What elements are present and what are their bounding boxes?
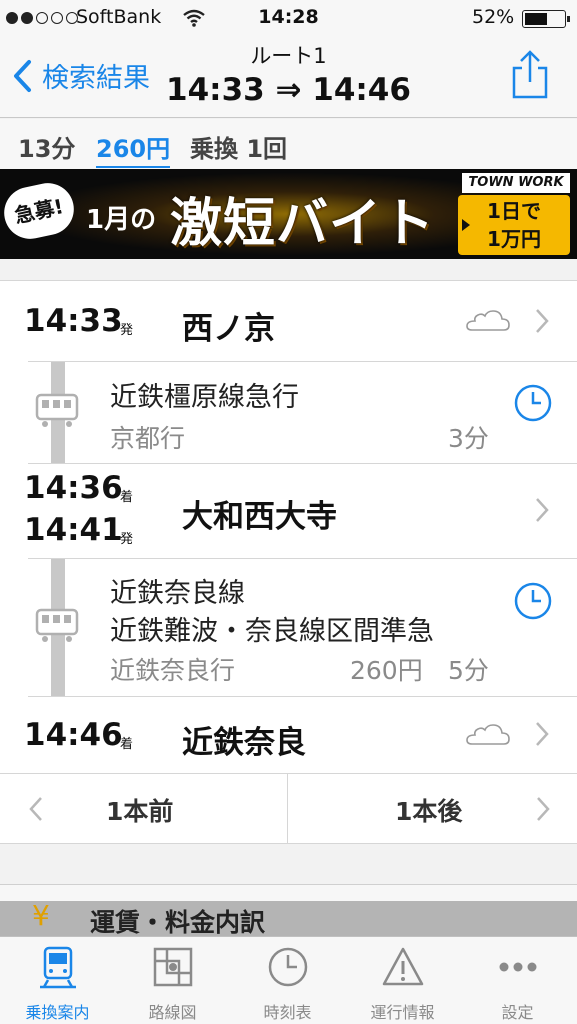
train-pager: 1本前 1本後 [0,774,577,844]
departure-time: 14:33 [24,303,123,339]
ride-duration: 5分 [448,656,489,685]
ad-tag: 1日で 1万円 [458,195,570,255]
tab-settings[interactable]: 設定 [460,937,575,1024]
warning-icon [382,947,424,986]
train-icon [35,393,79,427]
next-train-label: 1本後 [395,797,463,826]
departure-mark: 発 [120,532,134,547]
tab-bar: 乗換案内 路線図 時刻表 運行情報 設定 [0,936,577,1024]
page-title: ルート1 [250,44,327,68]
arrival-mark: 着 [120,737,134,752]
station-row[interactable]: 14:36 着 14:41 発 大和西大寺 [0,464,577,558]
ad-month: 1月の [86,205,157,235]
transfer-count: 乗換 1回 [190,135,288,163]
tab-service-info[interactable]: 運行情報 [345,937,460,1024]
next-train-button[interactable]: 1本後 [289,774,577,844]
arrival-time: 14:36 [24,470,123,506]
arrival-mark: 着 [120,490,134,505]
service-name: 近鉄難波・奈良線区間準急 [110,616,434,647]
tab-label: 時刻表 [263,1003,312,1022]
timetable-clock-icon[interactable] [513,383,553,423]
total-duration: 13分 [18,135,76,163]
route-detail-list: 14:33 発 西ノ京 近鉄橿原線急行 京都行 3分 14:36 着 14:41… [0,280,577,774]
station-name: 大和西大寺 [182,499,337,535]
station-name: 西ノ京 [182,311,275,347]
route-summary: 13分 260円 乗換 1回 [0,119,577,169]
share-icon[interactable] [508,50,552,100]
departure-time: 14:41 [24,512,123,548]
train-icon [35,608,79,642]
ad-headline: 激短バイト [170,194,436,254]
chevron-right-icon [536,498,549,522]
tab-label: 運行情報 [370,1003,435,1022]
chevron-right-icon [537,797,550,821]
chevron-left-icon [29,797,42,821]
chevron-right-icon [536,309,549,333]
tab-label: 設定 [501,1003,534,1022]
fare-breakdown-header[interactable]: ¥ 運賃・料金内訳 [0,884,577,937]
ride-duration: 3分 [448,424,489,453]
timetable-clock-icon[interactable] [513,581,553,621]
tab-route-map[interactable]: 路線図 [115,937,230,1024]
destination: 近鉄奈良行 [110,656,236,685]
train-icon [40,946,76,989]
map-icon [153,947,193,987]
battery-icon [522,10,570,28]
battery-percent: 52% [472,6,515,28]
yen-icon: ¥ [32,899,50,932]
fare-breakdown-title: 運賃・料金内訳 [90,908,266,937]
tab-timetable[interactable]: 時刻表 [230,937,345,1024]
ad-banner[interactable]: 急募! 1月の 激短バイト TOWN WORK 1日で 1万円 [0,169,577,259]
chevron-right-icon [536,722,549,746]
total-fare[interactable]: 260円 [96,129,171,168]
ad-brand-logo: TOWN WORK [462,173,570,193]
status-bar: SoftBank 14:28 52% [0,0,577,38]
navigation-bar: 検索結果 ルート1 14:33 ⇒ 14:46 [0,38,577,118]
arrival-time: 14:46 [24,717,123,753]
line-name: 近鉄橿原線急行 [110,382,299,413]
cloudy-weather-icon [466,724,510,745]
segment-fare: 260円 [350,656,423,685]
clock-icon [268,947,308,987]
line-name: 近鉄奈良線 [110,578,245,609]
tab-label: 乗換案内 [25,1003,90,1022]
tab-transfer-guide[interactable]: 乗換案内 [0,937,115,1024]
previous-train-label: 1本前 [106,797,174,826]
station-row[interactable]: 14:33 発 西ノ京 [0,281,577,361]
station-name: 近鉄奈良 [182,725,306,761]
play-arrow-icon [462,219,470,231]
station-row[interactable]: 14:46 着 近鉄奈良 [0,697,577,775]
previous-train-button[interactable]: 1本前 [0,774,288,844]
route-time-range: 14:33 ⇒ 14:46 [166,72,411,108]
more-icon [499,962,537,972]
tab-label: 路線図 [148,1003,197,1022]
departure-mark: 発 [120,323,134,338]
destination: 京都行 [110,424,186,453]
cloudy-weather-icon [466,310,510,331]
